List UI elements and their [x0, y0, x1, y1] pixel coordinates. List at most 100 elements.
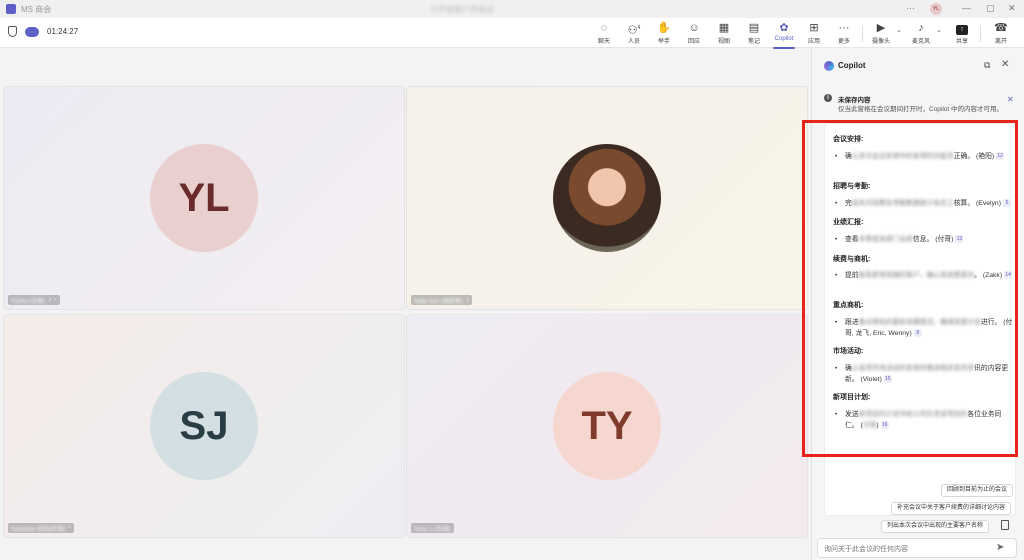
- leave-icon: ☎: [994, 22, 1008, 34]
- notice-body: 仅当此窗格在会议期间打开时，Copilot 中的内容才可用。: [838, 106, 1004, 113]
- people-label: 人员: [627, 39, 640, 45]
- mic-button[interactable]: ♪ 麦克风 ⌄: [906, 22, 942, 46]
- leave-label: 离开: [994, 39, 1007, 45]
- view-icon: ▦: [718, 22, 730, 34]
- participant-name-tag: Yuzhu (访客) ♪ ▫: [8, 295, 60, 305]
- participant-tile[interactable]: SJ Swimmer 机构(外部) ▫: [3, 314, 405, 538]
- suggestion-chip[interactable]: 补充会议中关于客户续费的详细讨论内容: [891, 502, 1012, 515]
- section-title: 续费与商机:: [833, 256, 871, 263]
- participant-name: Tony Li (外部): [414, 526, 451, 533]
- section-title: 新项目计划:: [833, 394, 871, 401]
- section-title: 业绩汇报:: [833, 219, 864, 226]
- reaction-label: 回应: [687, 39, 700, 45]
- popout-icon[interactable]: ⧉: [984, 60, 990, 71]
- section-title: 会议安排:: [833, 136, 864, 143]
- window-title-bar: MS 商会 与外部客户的会议 ··· YL — ▢ ✕: [0, 0, 1024, 18]
- people-button[interactable]: ⚇4 人员: [619, 22, 649, 46]
- copilot-prompt-input[interactable]: [824, 543, 984, 555]
- toolbar-divider: [862, 26, 863, 42]
- minimize-button[interactable]: —: [962, 3, 971, 13]
- copilot-panel-header: Copilot ⧉ ✕: [812, 48, 1024, 84]
- people-count: 4: [637, 25, 641, 31]
- mic-icon: ♪: [48, 297, 52, 303]
- more-label: 更多: [837, 39, 850, 45]
- reaction-icon: ☺: [688, 22, 700, 34]
- participant-avatar: YL: [150, 144, 258, 252]
- participant-name-tag: Tony Li (外部): [411, 523, 454, 533]
- citation-badge[interactable]: 12: [996, 152, 1005, 161]
- mute-icon: ▫: [68, 525, 71, 531]
- people-icon: ⚇4: [627, 24, 641, 37]
- reaction-button[interactable]: ☺ 回应: [679, 22, 709, 46]
- unsaved-content-notice: i 未保存内容 仅当此窗格在会议期间打开时，Copilot 中的内容才可用。 ✕: [822, 92, 1020, 118]
- mic-label: 麦克风: [911, 39, 930, 45]
- send-icon[interactable]: ➤: [996, 542, 1004, 553]
- chat-button[interactable]: ◌ 聊天: [589, 22, 619, 46]
- suggestion-chip[interactable]: 列出本次会议中出现的主要客户名称: [881, 520, 990, 533]
- chevron-down-icon[interactable]: ⌄: [896, 26, 902, 34]
- camera-button[interactable]: ▶ 摄像头 ⌄: [866, 22, 902, 46]
- clipboard-icon[interactable]: [1001, 520, 1009, 530]
- raise-hand-icon: ✋: [657, 22, 671, 34]
- participant-name-tag: Sally Sun (组织者) ♪: [411, 295, 473, 305]
- citation-badge[interactable]: 13: [955, 235, 964, 244]
- copilot-panel-title: Copilot: [838, 61, 866, 70]
- citation-badge[interactable]: 16: [880, 421, 889, 430]
- copilot-logo-icon: [824, 61, 834, 71]
- user-avatar[interactable]: YL: [930, 3, 942, 15]
- view-button[interactable]: ▦ 视图: [709, 22, 739, 46]
- participant-name: Swimmer 机构(外部): [11, 526, 66, 533]
- mic-icon: ♪: [466, 297, 470, 303]
- section-title: 招聘与考勤:: [833, 183, 871, 190]
- participant-avatar: SJ: [150, 372, 258, 480]
- more-button[interactable]: ··· 更多: [829, 22, 859, 46]
- copilot-summary-card: 会议安排: • 确认本次会议安排中的各项时间是否正确。 (艳阳) 12 招聘与考勤…: [824, 123, 1016, 516]
- info-icon: i: [824, 94, 832, 102]
- participant-name: Yuzhu (访客): [11, 298, 46, 305]
- suggestion-chip[interactable]: 回顾到目前为止的会议: [941, 484, 1014, 497]
- share-label: 共享: [955, 39, 968, 45]
- shield-icon: [8, 26, 17, 37]
- participant-name-tag: Swimmer 机构(外部) ▫: [8, 523, 74, 533]
- maximize-button[interactable]: ▢: [986, 3, 995, 14]
- meeting-status: 01:24:27: [8, 26, 78, 37]
- copilot-button[interactable]: ✿ Copilot: [769, 22, 799, 49]
- citation-badge[interactable]: 15: [883, 375, 892, 384]
- copilot-prompt-box[interactable]: ➤: [817, 538, 1017, 558]
- citation-badge[interactable]: 5: [1002, 199, 1011, 208]
- dismiss-notice-icon[interactable]: ✕: [1007, 95, 1014, 104]
- recording-icon: [25, 26, 39, 37]
- copilot-panel: Copilot ⧉ ✕ i 未保存内容 仅当此窗格在会议期间打开时，Copilo…: [811, 48, 1024, 560]
- citation-badge[interactable]: 14: [1004, 271, 1013, 280]
- close-panel-icon[interactable]: ✕: [1001, 59, 1009, 70]
- participant-avatar: TY: [553, 372, 661, 480]
- chevron-down-icon[interactable]: ⌄: [936, 26, 942, 34]
- chat-icon: ◌: [600, 22, 608, 34]
- mute-icon: ▫: [54, 297, 57, 303]
- participant-tile[interactable]: YL Yuzhu (访客) ♪ ▫: [3, 86, 405, 310]
- apps-button[interactable]: ⊞ 应用: [799, 22, 829, 46]
- more-icon: ···: [838, 22, 850, 34]
- camera-label: 摄像头: [871, 39, 890, 45]
- close-window-button[interactable]: ✕: [1008, 3, 1016, 14]
- share-button[interactable]: ↑ 共享: [947, 22, 977, 46]
- leave-button[interactable]: ☎ 离开: [986, 22, 1016, 46]
- teams-app-icon: [6, 4, 16, 14]
- more-options-icon[interactable]: ···: [906, 3, 915, 13]
- section-title: 市场活动:: [833, 348, 864, 355]
- chat-label: 聊天: [597, 39, 610, 45]
- app-title: MS 商会: [21, 4, 52, 14]
- section-title: 重点商机:: [833, 302, 864, 309]
- copilot-icon: ✿: [779, 22, 789, 34]
- apps-label: 应用: [807, 39, 820, 45]
- notes-icon: ▤: [748, 22, 760, 34]
- participant-name: Sally Sun (组织者): [414, 298, 464, 305]
- citation-badge[interactable]: 8: [913, 329, 922, 338]
- meeting-toolbar: 01:24:27 ◌ 聊天 ⚇4 人员 ✋ 举手 ☺ 回应 ▦ 视图 ▤ 笔记 …: [0, 18, 1024, 49]
- mic-off-icon: ♪: [918, 22, 924, 34]
- apps-icon: ⊞: [809, 22, 819, 34]
- participant-tile[interactable]: Sally Sun (组织者) ♪: [406, 86, 808, 310]
- raise-hand-button[interactable]: ✋ 举手: [649, 22, 679, 46]
- notes-button[interactable]: ▤ 笔记: [739, 22, 769, 46]
- participant-tile[interactable]: TY Tony Li (外部): [406, 314, 808, 538]
